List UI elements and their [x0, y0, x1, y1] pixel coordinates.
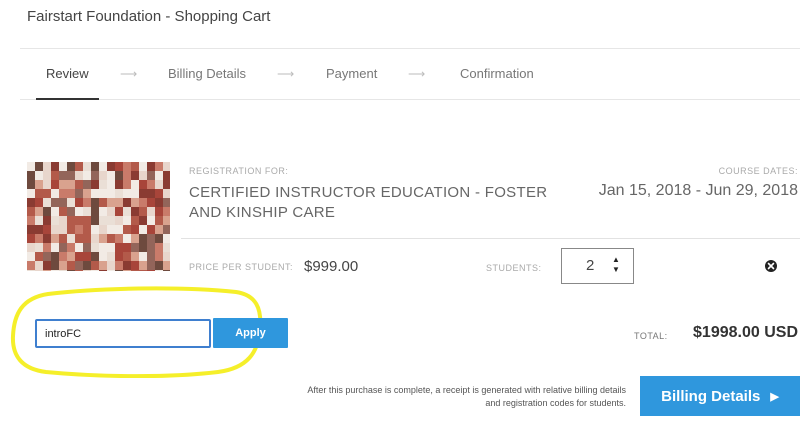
total-label: TOTAL:: [634, 331, 668, 341]
course-title: CERTIFIED INSTRUCTOR EDUCATION - FOSTER …: [189, 184, 548, 221]
step-arrow-icon: ⟶: [408, 67, 426, 81]
close-circle-icon[interactable]: [764, 259, 778, 273]
billing-details-label: Billing Details: [661, 387, 761, 405]
price-per-student-label: PRICE PER STUDENT:: [189, 262, 294, 272]
up-down-arrows-icon[interactable]: ▲ ▼: [611, 255, 621, 275]
coupon-code-input[interactable]: [35, 319, 211, 348]
course-thumbnail: [27, 162, 170, 271]
step-arrow-icon: ⟶: [120, 67, 138, 81]
students-label: STUDENTS:: [486, 263, 542, 273]
total-value: $1998.00 USD: [693, 324, 798, 341]
page-title: Fairstart Foundation - Shopping Cart: [27, 8, 271, 25]
course-dates: Jan 15, 2018 - Jun 29, 2018: [598, 182, 798, 199]
step-arrow-icon: ⟶: [277, 67, 295, 81]
divider: [181, 238, 800, 239]
receipt-note: After this purchase is complete, a recei…: [307, 385, 626, 408]
step-confirmation[interactable]: Confirmation: [460, 49, 534, 99]
billing-details-button[interactable]: Billing Details ▶: [640, 376, 800, 416]
apply-coupon-button[interactable]: Apply: [213, 318, 288, 348]
price-per-student: $999.00: [304, 258, 359, 275]
checkout-steps: Review ⟶ Billing Details ⟶ Payment ⟶ Con…: [20, 48, 800, 100]
course-dates-label: COURSE DATES:: [718, 166, 798, 176]
students-quantity-stepper[interactable]: 2 ▲ ▼: [561, 248, 634, 284]
students-quantity-value: 2: [586, 257, 595, 274]
registration-label: REGISTRATION FOR:: [189, 166, 289, 176]
chevron-right-icon: ▶: [770, 390, 779, 403]
step-review[interactable]: Review: [36, 49, 99, 100]
step-billing-details[interactable]: Billing Details: [168, 49, 246, 99]
step-payment[interactable]: Payment: [326, 49, 377, 99]
